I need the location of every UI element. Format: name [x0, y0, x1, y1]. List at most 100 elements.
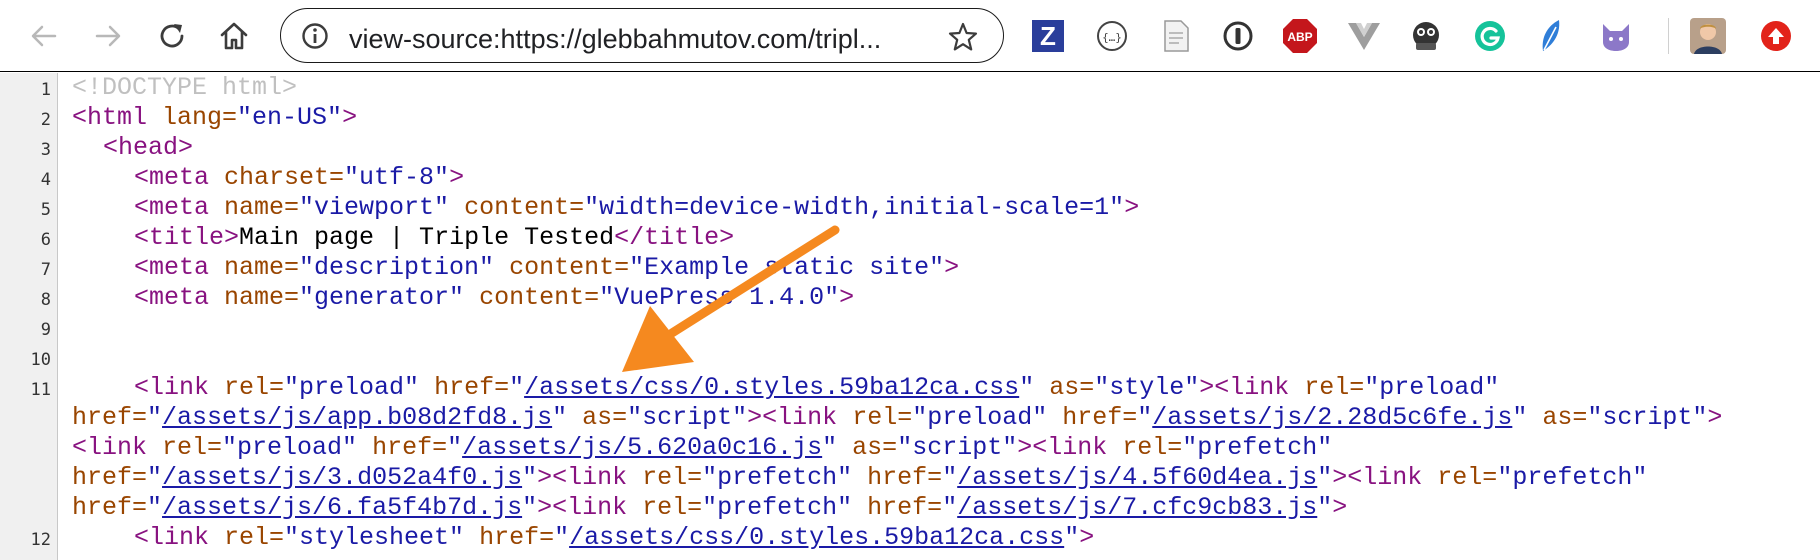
adblock-plus-label: ABP — [1287, 30, 1312, 44]
source-link[interactable]: /assets/css/0.styles.59ba12ca.css — [524, 373, 1019, 402]
source-line: <meta name="generator" content="VuePress… — [134, 283, 854, 313]
quote: " — [554, 523, 570, 552]
grammarly-icon[interactable] — [1472, 18, 1508, 54]
quote: " — [522, 463, 538, 492]
attribute: href= — [1047, 403, 1138, 432]
info-icon[interactable] — [301, 22, 329, 50]
attribute: rel= — [627, 493, 703, 522]
forward-button[interactable] — [88, 16, 128, 56]
avatar-glyph — [1690, 18, 1726, 54]
line-number: 8 — [40, 290, 51, 310]
onepassword-glyph — [1223, 21, 1253, 51]
page-icon[interactable] — [1158, 18, 1194, 54]
doctype: <!DOCTYPE html> — [72, 73, 298, 102]
home-button[interactable] — [214, 16, 254, 56]
source-line: <link rel="stylesheet" href="/assets/css… — [134, 523, 1094, 553]
attribute: rel= — [627, 463, 703, 492]
attribute: content= — [449, 193, 585, 222]
attr-value: "prefetch" — [702, 463, 853, 492]
source-link[interactable]: /assets/js/7.cfc9cb83.js — [957, 493, 1317, 522]
monster-glyph — [1413, 22, 1439, 50]
line-number: 6 — [40, 230, 51, 250]
attribute: href= — [852, 493, 943, 522]
json-viewer-icon[interactable]: {…} — [1094, 18, 1130, 54]
zotero-icon[interactable]: Z — [1030, 18, 1066, 54]
tag: <html — [72, 103, 148, 132]
attr-value: "Example static site" — [629, 253, 945, 282]
toolbar-separator — [1668, 18, 1669, 54]
quote: " — [509, 373, 525, 402]
update-icon[interactable] — [1758, 18, 1794, 54]
address-bar[interactable]: view-source:https://glebbahmutov.com/tri… — [280, 8, 1004, 63]
grammarly-glyph — [1475, 21, 1505, 51]
attribute: rel= — [837, 403, 913, 432]
quote: " — [1317, 463, 1333, 492]
tag: ><link — [1017, 433, 1108, 462]
line-number: 11 — [30, 380, 51, 400]
tag: <meta — [134, 193, 210, 222]
tag: ><link — [1199, 373, 1290, 402]
attr-value: "viewport" — [299, 193, 450, 222]
attr-value: "script" — [1587, 403, 1708, 432]
quote: " — [147, 493, 163, 522]
svg-text:{…}: {…} — [1102, 31, 1122, 44]
source-link[interactable]: /assets/js/app.b08d2fd8.js — [162, 403, 552, 432]
attr-value: "style" — [1094, 373, 1200, 402]
attribute: as= — [567, 403, 628, 432]
line-number: 3 — [40, 140, 51, 160]
source-link[interactable]: /assets/js/3.d052a4f0.js — [162, 463, 522, 492]
vue-devtools-icon[interactable] — [1346, 18, 1382, 54]
arrow-left-icon — [31, 25, 57, 47]
tag: <head> — [103, 133, 194, 162]
profile-avatar[interactable] — [1690, 18, 1726, 54]
source-line: href="/assets/js/6.fa5f4b7d.js"><link re… — [72, 493, 1347, 523]
back-button[interactable] — [24, 16, 64, 56]
source-link[interactable]: /assets/css/0.styles.59ba12ca.css — [569, 523, 1064, 552]
tag: ><link — [537, 493, 628, 522]
ext-monster-icon[interactable] — [1408, 18, 1444, 54]
attribute: content= — [494, 253, 630, 282]
ext-cat-icon[interactable] — [1598, 18, 1634, 54]
onepassword-icon[interactable] — [1220, 18, 1256, 54]
tag: </title> — [614, 223, 735, 252]
quote: " — [552, 403, 568, 432]
attribute: charset= — [209, 163, 345, 192]
reload-button[interactable] — [152, 16, 192, 56]
source-line: <meta name="description" content="Exampl… — [134, 253, 959, 283]
address-text[interactable]: view-source:https://glebbahmutov.com/tri… — [349, 24, 881, 55]
source-link[interactable]: /assets/js/4.5f60d4ea.js — [957, 463, 1317, 492]
attr-value: "width=device-width,initial-scale=1" — [584, 193, 1125, 222]
adblock-plus-icon[interactable]: ABP — [1282, 18, 1318, 54]
arrow-right-icon — [95, 25, 121, 47]
bookmark-star-icon[interactable] — [947, 21, 979, 53]
tag: <link — [72, 433, 148, 462]
text-content: Main page | Triple Tested — [239, 223, 615, 252]
attribute: rel= — [1289, 373, 1365, 402]
source-link[interactable]: /assets/js/6.fa5f4b7d.js — [162, 493, 522, 522]
attr-value: "preload" — [912, 403, 1048, 432]
source-line: <meta name="viewport" content="width=dev… — [134, 193, 1139, 223]
attr-value: "prefetch" — [1497, 463, 1648, 492]
attr-value: "en-US" — [237, 103, 343, 132]
line-number: 5 — [40, 200, 51, 220]
quote: " — [942, 463, 958, 492]
source-link[interactable]: /assets/js/2.28d5c6fe.js — [1152, 403, 1512, 432]
ext-feather-icon[interactable] — [1534, 18, 1570, 54]
source-link[interactable]: /assets/js/5.620a0c16.js — [462, 433, 822, 462]
attribute: as= — [837, 433, 898, 462]
attr-value: "stylesheet" — [284, 523, 465, 552]
source-line: <link rel="preload" href="/assets/js/5.6… — [72, 433, 1332, 463]
attr-value: "utf-8" — [344, 163, 450, 192]
attr-value: "preload" — [222, 433, 358, 462]
attribute: href= — [72, 403, 148, 432]
quote: " — [447, 433, 463, 462]
attr-value: "description" — [299, 253, 495, 282]
attribute: name= — [209, 193, 300, 222]
browser-toolbar: view-source:https://glebbahmutov.com/tri… — [0, 0, 1820, 72]
attr-value: "prefetch" — [1182, 433, 1333, 462]
line-number: 2 — [40, 110, 51, 130]
quote: " — [522, 493, 538, 522]
json-viewer-glyph: {…} — [1097, 21, 1127, 51]
attr-value: "preload" — [284, 373, 420, 402]
reload-icon — [160, 24, 184, 48]
